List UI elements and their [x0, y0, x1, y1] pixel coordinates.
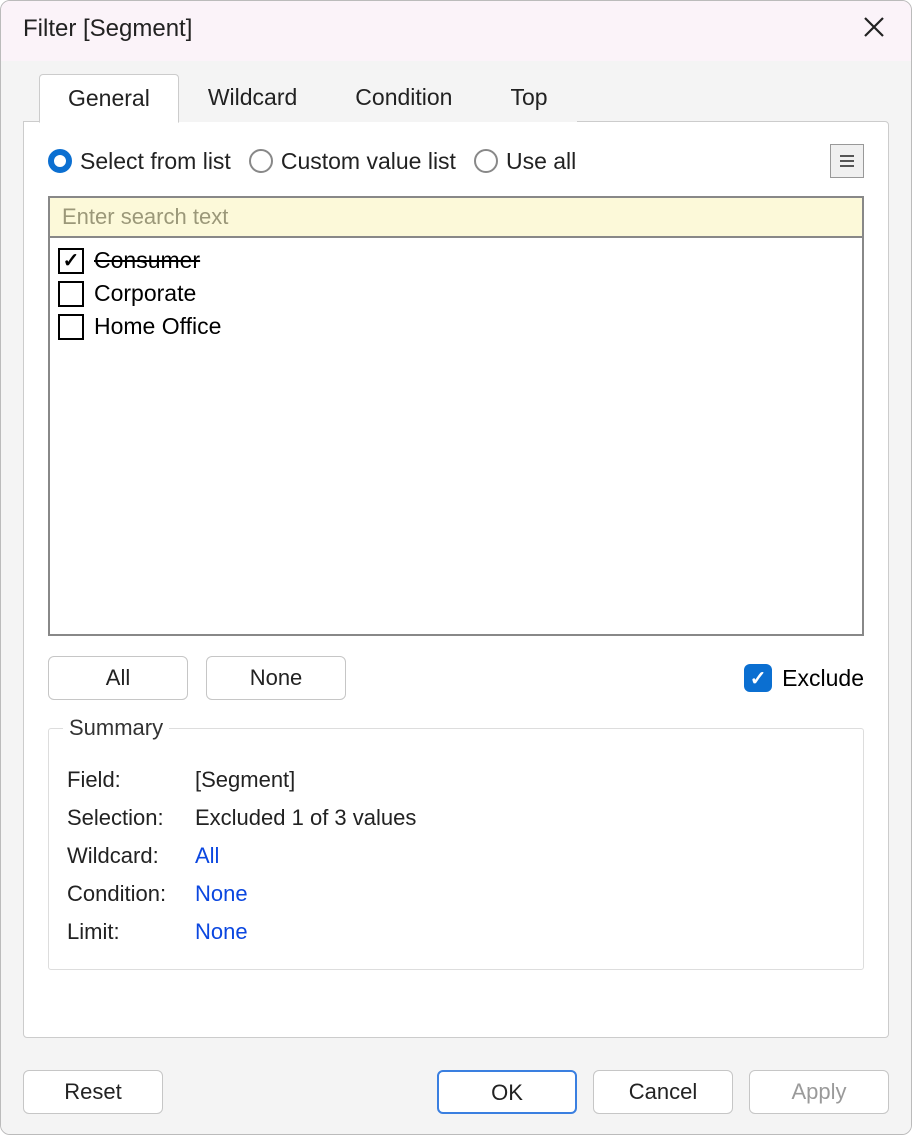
summary-label: Condition:: [67, 881, 177, 907]
cancel-button[interactable]: Cancel: [593, 1070, 733, 1114]
tab-condition[interactable]: Condition: [326, 73, 481, 122]
ok-button[interactable]: OK: [437, 1070, 577, 1114]
none-button[interactable]: None: [206, 656, 346, 700]
tab-general[interactable]: General: [39, 74, 179, 123]
menu-icon: [840, 155, 854, 167]
selection-buttons-row: All None Exclude: [48, 656, 864, 700]
radio-custom-value-list[interactable]: Custom value list: [249, 148, 456, 175]
checkbox-checked-icon: [744, 664, 772, 692]
radio-icon: [474, 149, 498, 173]
checkbox-icon: [58, 248, 84, 274]
reset-button[interactable]: Reset: [23, 1070, 163, 1114]
summary-table: Field: [Segment] Selection: Excluded 1 o…: [67, 761, 845, 951]
search-area: [50, 198, 862, 238]
summary-link-wildcard[interactable]: All: [195, 843, 219, 869]
titlebar: Filter [Segment]: [1, 1, 911, 61]
summary-label: Field:: [67, 767, 177, 793]
list-options-button[interactable]: [830, 144, 864, 178]
apply-button: Apply: [749, 1070, 889, 1114]
radio-label: Use all: [506, 148, 576, 175]
summary-row-condition: Condition: None: [67, 875, 845, 913]
summary-label: Selection:: [67, 805, 177, 831]
radio-label: Select from list: [80, 148, 231, 175]
summary-value: Excluded 1 of 3 values: [195, 805, 416, 831]
summary-row-wildcard: Wildcard: All: [67, 837, 845, 875]
exclude-checkbox[interactable]: Exclude: [744, 664, 864, 692]
close-icon[interactable]: [859, 11, 889, 47]
exclude-label: Exclude: [782, 665, 864, 692]
tab-panel-general: Select from list Custom value list Use a…: [23, 121, 889, 1038]
radio-label: Custom value list: [281, 148, 456, 175]
summary-row-limit: Limit: None: [67, 913, 845, 951]
value-list: Consumer Corporate Home Office: [48, 196, 864, 636]
summary-label: Limit:: [67, 919, 177, 945]
summary-link-limit[interactable]: None: [195, 919, 248, 945]
summary-link-condition[interactable]: None: [195, 881, 248, 907]
summary-value: [Segment]: [195, 767, 295, 793]
list-item-label: Corporate: [94, 280, 196, 307]
summary-panel: Summary Field: [Segment] Selection: Excl…: [48, 728, 864, 970]
filter-dialog: Filter [Segment] General Wildcard Condit…: [0, 0, 912, 1135]
dialog-footer: Reset OK Cancel Apply: [1, 1056, 911, 1134]
dialog-body: General Wildcard Condition Top Select fr…: [1, 61, 911, 1056]
list-item[interactable]: Corporate: [58, 277, 854, 310]
radio-icon: [48, 149, 72, 173]
list-item-label: Home Office: [94, 313, 221, 340]
search-input[interactable]: [62, 204, 850, 230]
selection-mode-row: Select from list Custom value list Use a…: [48, 144, 864, 178]
summary-title: Summary: [63, 715, 169, 741]
summary-label: Wildcard:: [67, 843, 177, 869]
tab-strip: General Wildcard Condition Top: [39, 73, 889, 122]
value-list-items: Consumer Corporate Home Office: [50, 238, 862, 634]
dialog-title: Filter [Segment]: [23, 15, 192, 43]
list-item[interactable]: Consumer: [58, 244, 854, 277]
summary-row-selection: Selection: Excluded 1 of 3 values: [67, 799, 845, 837]
radio-icon: [249, 149, 273, 173]
list-item[interactable]: Home Office: [58, 310, 854, 343]
all-button[interactable]: All: [48, 656, 188, 700]
radio-use-all[interactable]: Use all: [474, 148, 576, 175]
tab-top[interactable]: Top: [481, 73, 576, 122]
checkbox-icon: [58, 314, 84, 340]
list-item-label: Consumer: [94, 247, 200, 274]
tab-wildcard[interactable]: Wildcard: [179, 73, 326, 122]
radio-select-from-list[interactable]: Select from list: [48, 148, 231, 175]
summary-row-field: Field: [Segment]: [67, 761, 845, 799]
checkbox-icon: [58, 281, 84, 307]
